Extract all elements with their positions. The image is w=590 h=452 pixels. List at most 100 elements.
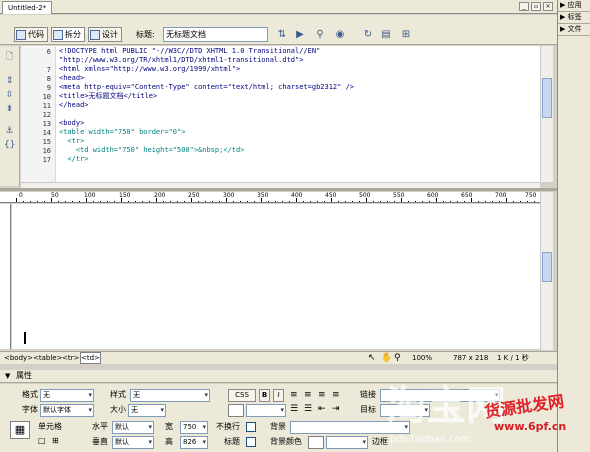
ruler-tick <box>107 201 108 202</box>
ruler-tick <box>387 201 388 202</box>
font-select[interactable]: 默认字体 <box>40 404 94 417</box>
code-line: <meta http-equiv="Content-Type" content=… <box>59 83 355 91</box>
style-select[interactable]: 无 <box>130 389 210 402</box>
justify-icon[interactable]: ≡ <box>332 390 340 400</box>
target-select[interactable] <box>380 404 430 417</box>
debug-icon[interactable]: ⚲ <box>312 27 328 42</box>
select-parent-tag-icon[interactable]: ⚓ <box>4 126 15 136</box>
ruler-tick <box>93 201 94 202</box>
panel-group-application[interactable]: ▶ 应用 <box>558 0 590 12</box>
italic-button[interactable]: I <box>273 389 284 402</box>
ruler-tick <box>58 201 59 202</box>
close-icon[interactable]: × <box>543 2 553 11</box>
ruler-tick <box>254 201 255 202</box>
header-checkbox[interactable] <box>246 437 256 447</box>
document-tab[interactable]: Untitled-2* <box>2 1 53 14</box>
tag-selector-td[interactable]: <td> <box>80 352 101 364</box>
split-divider[interactable] <box>0 188 557 191</box>
ruler-tick <box>478 201 479 202</box>
split-view-button[interactable]: 拆分 <box>51 27 85 42</box>
size-select[interactable]: 无 <box>128 404 166 417</box>
ruler-tick <box>142 201 143 202</box>
design-scroll-thumb[interactable] <box>542 252 552 282</box>
code-view[interactable]: 6 7 8 9 10 11 12 13 14 15 16 17 <!DOCTYP… <box>21 46 540 182</box>
nowrap-checkbox[interactable] <box>246 422 256 432</box>
properties-panel-header[interactable]: ▼ 属性 <box>0 370 557 383</box>
tag-selector-tr[interactable]: <tr> <box>62 352 79 364</box>
line-number: 13 <box>42 120 51 128</box>
restore-icon[interactable]: ▫ <box>531 2 541 11</box>
vertical-ruler <box>0 204 11 349</box>
code-view-button[interactable]: 代码 <box>14 27 48 42</box>
ruler-tick <box>37 201 38 202</box>
css-button[interactable]: CSS <box>228 389 256 402</box>
vertical-align-select[interactable]: 默认 <box>112 436 154 449</box>
height-input[interactable]: 826 <box>180 436 208 449</box>
visual-aids-icon[interactable]: ⊞ <box>398 27 414 42</box>
ruler-tick <box>240 201 241 202</box>
code-scroll-thumb[interactable] <box>542 78 552 118</box>
ruler-tick <box>16 198 17 202</box>
align-right-icon[interactable]: ≡ <box>318 390 326 400</box>
file-management-icon[interactable]: ⇅ <box>274 27 290 42</box>
ruler-tick <box>163 201 164 202</box>
bgcolor-picker[interactable] <box>308 436 324 449</box>
design-vertical-scrollbar[interactable] <box>540 192 553 350</box>
line-number: 14 <box>42 129 51 137</box>
expand-all-icon[interactable]: ⇟ <box>4 104 15 114</box>
panel-group-tag[interactable]: ▶ 标签 <box>558 12 590 24</box>
align-left-icon[interactable]: ≡ <box>290 390 298 400</box>
indent-icon[interactable]: ⇥ <box>332 404 340 414</box>
width-input[interactable]: 750 <box>180 421 208 434</box>
design-view[interactable] <box>12 204 540 349</box>
line-number: 8 <box>46 75 51 83</box>
bgcolor-input[interactable] <box>326 436 368 449</box>
window-size[interactable]: 787 x 218 <box>453 352 488 364</box>
background-input[interactable] <box>290 421 410 434</box>
preview-browser-icon[interactable]: ▶ <box>292 27 308 42</box>
open-documents-icon[interactable]: 🗋 <box>4 52 15 62</box>
globe-icon[interactable]: ◉ <box>332 27 348 42</box>
split-cell-icon[interactable]: ⊞ <box>52 436 59 445</box>
ruler-tick <box>408 201 409 202</box>
panel-group-files[interactable]: ▶ 文件 <box>558 24 590 36</box>
zoom-select[interactable]: 100% <box>412 352 432 364</box>
align-center-icon[interactable]: ≡ <box>304 390 312 400</box>
ruler-tick <box>44 201 45 202</box>
ordered-list-icon[interactable]: ☰ <box>304 404 312 414</box>
refresh-icon[interactable]: ↻ <box>360 27 376 42</box>
ruler-tick <box>394 201 395 202</box>
text-color-picker[interactable] <box>228 404 244 417</box>
code-vertical-scrollbar[interactable] <box>540 46 553 182</box>
merge-cells-icon[interactable]: □ <box>38 436 46 445</box>
font-label: 字体 <box>22 405 38 414</box>
code-line: <head> <box>59 74 85 82</box>
format-select[interactable]: 无 <box>40 389 94 402</box>
balance-braces-icon[interactable]: {} <box>4 140 15 150</box>
text-color-input[interactable] <box>246 404 286 417</box>
ruler-tick <box>492 201 493 202</box>
header-label: 标题 <box>224 437 240 446</box>
title-input[interactable]: 无标题文档 <box>163 27 268 42</box>
code-line: <td width="750" height="500">&nbsp;</td> <box>59 146 245 154</box>
zoom-tool-icon[interactable]: ⚲ <box>394 352 401 364</box>
tag-selector-body[interactable]: <body> <box>4 352 33 364</box>
horizontal-align-select[interactable]: 默认 <box>112 421 154 434</box>
link-input[interactable] <box>380 389 500 402</box>
pointer-tool-icon[interactable]: ↖ <box>368 352 376 364</box>
collapse-selection-icon[interactable]: ⇳ <box>4 90 15 100</box>
minimize-icon[interactable]: _ <box>519 2 529 11</box>
design-view-button[interactable]: 设计 <box>88 27 122 42</box>
collapse-tag-icon[interactable]: ⇕ <box>4 76 15 86</box>
unordered-list-icon[interactable]: ☰ <box>290 404 298 414</box>
coding-toolbar: 🗋 ⇕ ⇳ ⇟ ⚓ {} <box>0 46 20 186</box>
design-view-icon <box>90 29 100 40</box>
tag-selector-table[interactable]: <table> <box>33 352 62 364</box>
title-label: 标题: <box>136 30 155 39</box>
outdent-icon[interactable]: ⇤ <box>318 404 326 414</box>
hand-tool-icon[interactable]: ✋ <box>381 352 392 364</box>
bold-button[interactable]: B <box>259 389 270 402</box>
line-number: 6 <box>46 48 51 56</box>
code-line: <table width="750" border="0"> <box>59 128 186 136</box>
view-options-icon[interactable]: ▤ <box>378 27 394 42</box>
